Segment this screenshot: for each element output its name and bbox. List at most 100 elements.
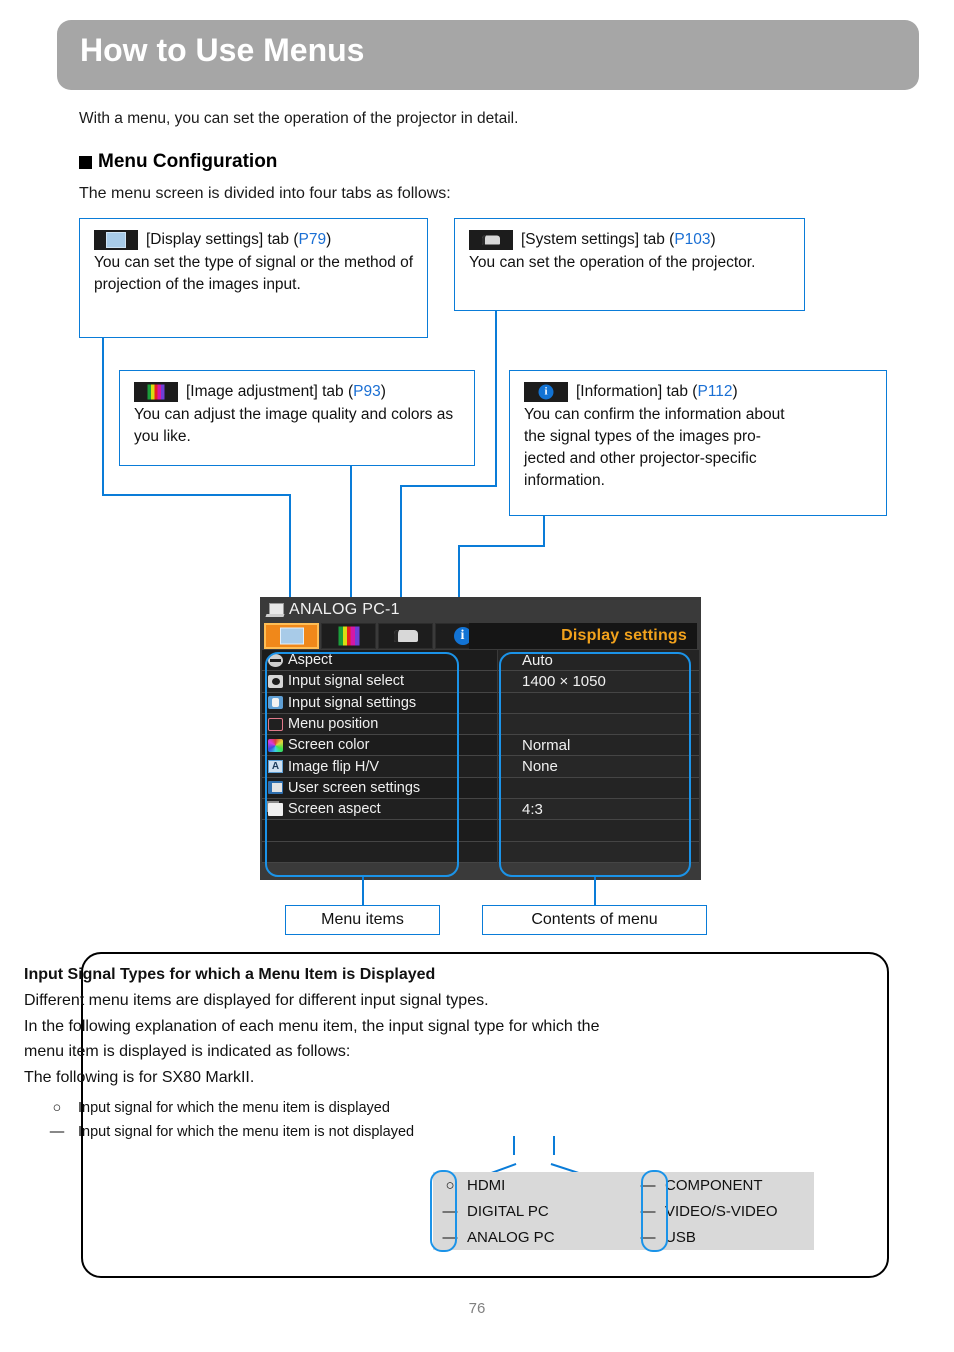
callout-display-settings: [Display settings] tab (P79) You can set…	[79, 218, 428, 338]
note-line-0: Different menu items are displayed for d…	[24, 992, 489, 1009]
callout-information-body-l0: You can confirm the information about	[524, 406, 785, 423]
osd-source-label: ANALOG PC-1	[289, 600, 400, 618]
signal-types-table: ○ HDMI — DIGITAL PC — ANALOG PC — COMPONENT …	[433, 1172, 814, 1250]
signal-name: COMPONENT	[665, 1176, 763, 1194]
osd-tab-image-adjustment[interactable]	[321, 623, 376, 649]
laptop-source-icon	[266, 602, 284, 617]
note-bullet-text: Input signal for which the menu item is …	[78, 1124, 415, 1140]
osd-menu-value[interactable]: 4:3	[498, 799, 699, 821]
connector-info-v1	[543, 516, 545, 546]
callout-information-title: [Information] tab (P112)	[576, 383, 738, 400]
user-screen-settings-icon	[268, 781, 283, 795]
osd-menu-item-label: Aspect	[288, 652, 333, 669]
osd-menu-item[interactable]: Input signal settings	[262, 692, 497, 714]
callout-information-header: [Information] tab (P112)	[524, 381, 874, 403]
highlight-ring-signal-marks-b	[641, 1170, 668, 1252]
osd-menu-item-label: User screen settings	[288, 779, 421, 796]
callout-information-body-l3: information.	[524, 472, 605, 489]
intro-paragraph: With a menu, you can set the operation o…	[79, 110, 519, 127]
callout-system-body: You can set the operation of the project…	[469, 254, 756, 271]
osd-menu-item[interactable]: Screen aspect	[262, 799, 497, 821]
osd-menu-value[interactable]: None	[498, 756, 699, 778]
system-settings-tab-icon	[393, 630, 418, 642]
signal-name: DIGITAL PC	[467, 1202, 549, 1220]
osd-menu-item-label: Input signal select	[288, 673, 405, 690]
callout-display-title: [Display settings] tab (P79)	[146, 231, 332, 248]
screen-aspect-icon	[268, 802, 283, 816]
callout-display-header: [Display settings] tab (P79)	[94, 229, 415, 251]
connector-display-v1	[102, 338, 104, 495]
connector-info-h1	[458, 545, 545, 547]
osd-menu-value[interactable]	[498, 777, 699, 800]
label-menu-items-text: Menu items	[321, 911, 404, 928]
note-title: Input Signal Types for which a Menu Item…	[24, 966, 436, 983]
osd-tab-system-settings[interactable]	[378, 623, 433, 649]
osd-menu-value-empty	[498, 820, 699, 842]
screen-color-icon	[268, 738, 283, 752]
osd-menu-item[interactable]: Aspect	[262, 650, 497, 672]
osd-menu-item-label: Input signal settings	[288, 694, 417, 711]
osd-menu-item[interactable]: A Image flip H/V	[262, 756, 497, 778]
image-flip-icon: A	[268, 760, 283, 774]
callout-system-settings: [System settings] tab (P103) You can set…	[454, 218, 805, 311]
osd-tab-display-settings[interactable]	[264, 623, 319, 649]
note-line-1: In the following explanation of each men…	[24, 1018, 600, 1035]
display-settings-tab-icon	[94, 230, 138, 250]
osd-menu-value[interactable]: Normal	[498, 735, 699, 757]
dash-mark-icon: —	[49, 1124, 65, 1140]
note-bullet-not-displayed: — Input signal for which the menu item i…	[48, 1124, 414, 1140]
bullet-square-icon	[79, 155, 92, 169]
display-settings-tab-icon	[279, 627, 304, 645]
connector-display-h1	[102, 494, 291, 496]
signal-name: ANALOG PC	[467, 1228, 555, 1246]
osd-menu-value[interactable]	[498, 692, 699, 714]
system-settings-tab-icon	[469, 230, 513, 250]
osd-menu-item[interactable]: Menu position	[262, 713, 497, 736]
menu-position-icon	[268, 717, 283, 731]
osd-menu-item[interactable]: Input signal select	[262, 671, 497, 693]
note-bullet-text: Input signal for which the menu item is …	[78, 1100, 390, 1116]
osd-menu-value[interactable]	[498, 713, 699, 736]
information-tab-icon	[524, 382, 568, 402]
circle-mark-icon: ○	[52, 1100, 62, 1116]
note-line-3: The following is for SX80 MarkII.	[24, 1069, 255, 1086]
osd-menu-value-label: None	[522, 758, 558, 776]
connector-system-v1	[495, 311, 497, 486]
callout-information-body-l1: the signal types of the images pro-	[524, 428, 761, 445]
osd-contents-column: Auto 1400 × 1050 Normal None 4:3	[498, 650, 699, 866]
signal-name: USB	[665, 1228, 696, 1246]
osd-page-title: Display settings	[469, 623, 697, 649]
osd-menu-value-empty	[498, 841, 699, 863]
page-title: How to Use Menus	[80, 32, 365, 68]
connector-menu-items-v	[362, 877, 364, 905]
osd-menu-item[interactable]: Screen color	[262, 735, 497, 757]
signal-name: HDMI	[467, 1176, 506, 1194]
callout-image-title: [Image adjustment] tab (P93)	[186, 383, 386, 400]
osd-menu-value[interactable]: 1400 × 1050	[498, 671, 699, 693]
osd-menu-value[interactable]: Auto	[498, 650, 699, 672]
image-adjustment-tab-icon	[338, 626, 359, 646]
osd-body: Aspect Input signal select Input signal …	[260, 650, 701, 880]
note-line-2: menu item is displayed is indicated as f…	[24, 1043, 351, 1060]
note-bullet-displayed: ○ Input signal for which the menu item i…	[48, 1100, 390, 1116]
callout-image-body: You can adjust the image quality and col…	[134, 406, 454, 445]
connector-system-h1	[400, 485, 497, 487]
connector-contents-v	[594, 877, 596, 905]
input-signal-settings-icon	[268, 696, 283, 710]
highlight-ring-signal-marks-a	[430, 1170, 457, 1252]
signal-name: VIDEO/S-VIDEO	[665, 1202, 778, 1220]
osd-menu-value-label: 1400 × 1050	[522, 672, 606, 690]
callout-display-body: You can set the type of signal or the me…	[94, 254, 414, 293]
osd-menu-item-empty	[262, 820, 497, 842]
osd-menu-value-label: 4:3	[522, 800, 543, 818]
image-adjustment-tab-icon	[134, 382, 178, 402]
osd-tab-bar[interactable]: i	[264, 623, 492, 649]
aspect-icon	[268, 653, 283, 667]
label-contents-of-menu-text: Contents of menu	[531, 911, 658, 928]
osd-menu-item-label: Menu position	[288, 716, 379, 733]
osd-menu-value-label: Auto	[522, 651, 553, 669]
label-contents-of-menu: Contents of menu	[482, 905, 707, 935]
osd-menu-item[interactable]: User screen settings	[262, 777, 497, 800]
callout-image-header: [Image adjustment] tab (P93)	[134, 381, 462, 403]
osd-menu-value-label: Normal	[522, 736, 571, 754]
